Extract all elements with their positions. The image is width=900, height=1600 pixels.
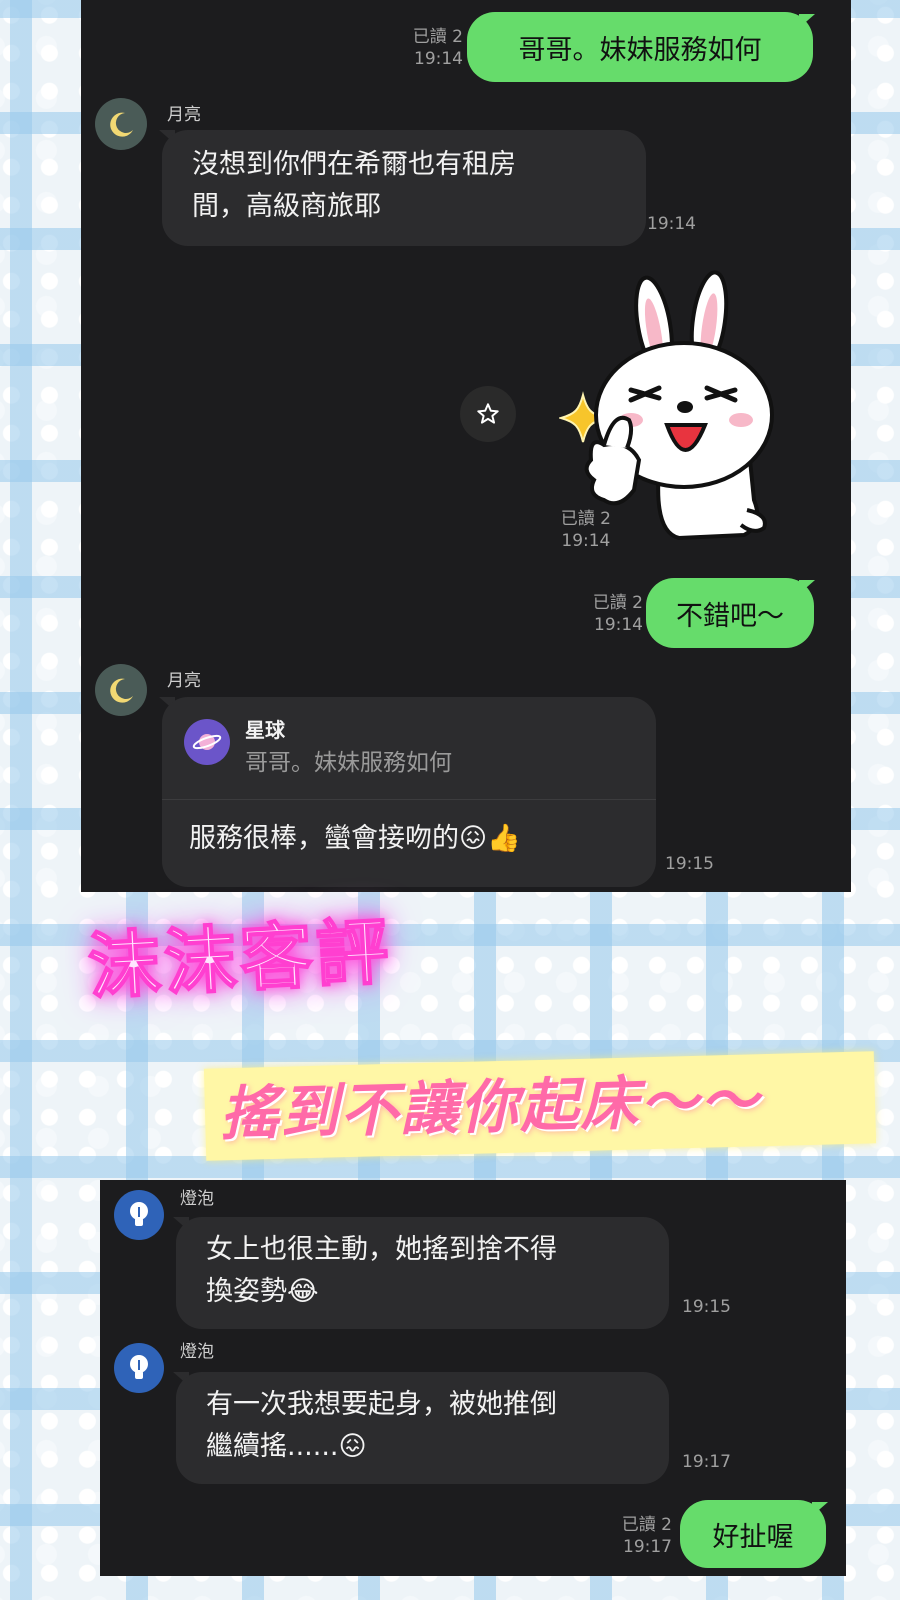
timestamp: 19:15	[665, 854, 714, 874]
avatar[interactable]	[95, 98, 147, 150]
read-receipt: 已讀 2	[621, 1515, 672, 1535]
message-meta: 已讀 2 19:14	[413, 26, 463, 70]
incoming-message[interactable]: 女上也很主動，她搖到捨不得 換姿勢😂	[176, 1217, 669, 1329]
avatar[interactable]	[95, 664, 147, 716]
outgoing-message[interactable]: 好扯喔	[680, 1500, 826, 1568]
bubble-tail	[812, 1502, 828, 1516]
chat-panel-bottom: 燈泡 女上也很主動，她搖到捨不得 換姿勢😂 19:15 燈泡 有一次我想要起身，…	[100, 1180, 846, 1576]
message-text-line: 繼續搖......😖	[206, 1430, 367, 1462]
timestamp: 19:14	[594, 615, 643, 636]
timestamp: 19:17	[682, 1452, 731, 1472]
moon-icon	[110, 112, 133, 137]
incoming-message[interactable]: 沒想到你們在希爾也有租房 間，高級商旅耶	[162, 130, 646, 246]
message-text: 不錯吧～	[676, 600, 784, 632]
bubble-tail	[799, 580, 815, 594]
outgoing-message[interactable]: 不錯吧～	[646, 578, 814, 648]
message-meta: 已讀 2 19:14	[593, 592, 643, 636]
star-outline-icon	[477, 403, 499, 424]
bulb-icon	[130, 1355, 148, 1379]
message-text-line: 沒想到你們在希爾也有租房	[192, 149, 516, 180]
chat-panel-top: 已讀 2 19:14 哥哥。妹妹服務如何 月亮 沒想到你們在希爾也有租房 間，高…	[81, 0, 851, 892]
message-text-line: 換姿勢😂	[206, 1275, 319, 1307]
message-meta: 已讀 2 19:14	[561, 508, 611, 552]
message-text-line: 女上也很主動，她搖到捨不得	[206, 1234, 557, 1265]
timestamp: 19:14	[561, 531, 611, 552]
planet-icon	[192, 734, 222, 750]
reply-sender: 星球	[245, 718, 285, 742]
promo-subtitle: 搖到不讓你起床～～	[219, 1065, 761, 1149]
sender-name: 月亮	[167, 105, 201, 125]
timestamp: 19:14	[647, 214, 696, 234]
read-receipt: 已讀 2	[560, 509, 611, 529]
reply-message[interactable]: 星球 哥哥。妹妹服務如何 服務很棒，蠻會接吻的😖👍	[162, 697, 656, 887]
reply-quote: 哥哥。妹妹服務如何	[245, 750, 452, 776]
sender-name: 燈泡	[180, 1342, 214, 1362]
sender-name: 月亮	[167, 671, 201, 691]
reply-divider	[162, 799, 656, 800]
message-text: 哥哥。妹妹服務如何	[518, 34, 762, 66]
read-receipt: 已讀 2	[412, 27, 463, 47]
avatar[interactable]	[114, 1190, 164, 1240]
incoming-message[interactable]: 有一次我想要起身，被她推倒 繼續搖......😖	[176, 1372, 669, 1484]
message-text: 服務很棒，蠻會接吻的😖👍	[189, 823, 521, 854]
message-text: 好扯喔	[712, 1521, 794, 1553]
favorite-sticker-button[interactable]	[460, 386, 516, 442]
message-text-line: 間，高級商旅耶	[192, 190, 381, 222]
outgoing-message[interactable]: 哥哥。妹妹服務如何	[467, 12, 813, 82]
sender-name: 燈泡	[180, 1189, 214, 1209]
timestamp: 19:17	[623, 1537, 672, 1558]
message-text-line: 有一次我想要起身，被她推倒	[206, 1389, 557, 1420]
moon-icon	[110, 678, 133, 703]
avatar[interactable]	[114, 1343, 164, 1393]
message-meta: 已讀 2 19:17	[622, 1514, 672, 1558]
promo-title: 沫沫客評	[85, 908, 395, 1010]
read-receipt: 已讀 2	[592, 593, 643, 613]
timestamp: 19:14	[414, 49, 463, 70]
bulb-icon	[130, 1202, 148, 1226]
timestamp: 19:15	[682, 1297, 731, 1317]
bubble-tail	[799, 14, 815, 28]
reply-avatar	[184, 719, 230, 765]
